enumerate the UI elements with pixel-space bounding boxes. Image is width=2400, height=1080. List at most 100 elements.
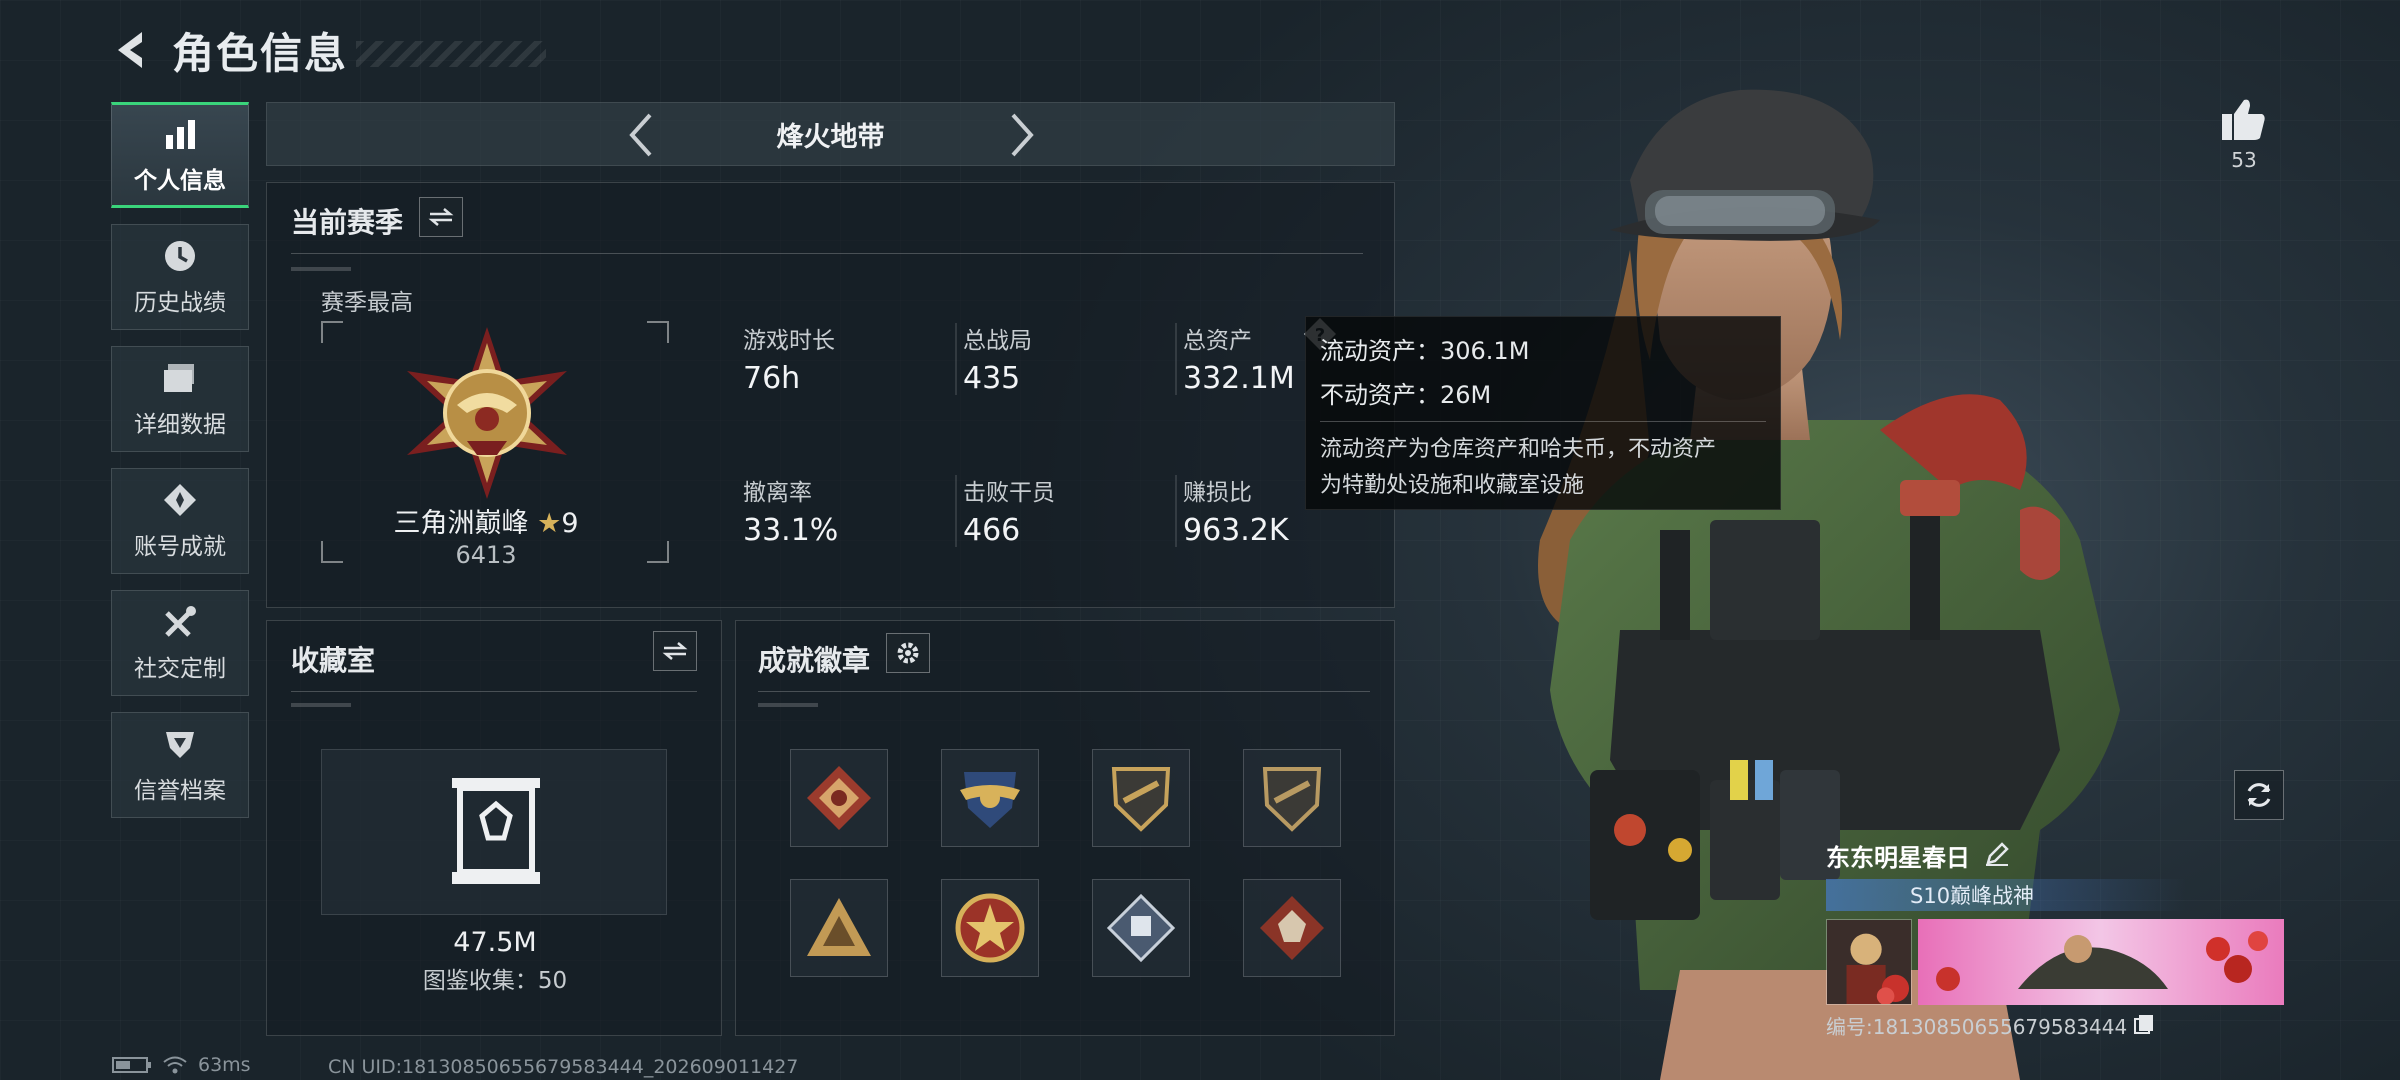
sidebar-item-achievements[interactable]: 账号成就: [111, 468, 249, 574]
stat-label: 撤离率: [743, 480, 812, 506]
rifle-shield-badge-icon: [1111, 767, 1171, 832]
chevron-left-icon: [629, 113, 652, 157]
season-swap-button[interactable]: [419, 197, 463, 237]
collection-preview[interactable]: [321, 749, 667, 915]
diamond-badge-icon: [1106, 893, 1176, 963]
copy-id-button[interactable]: [2133, 1013, 2155, 1039]
stat-value: 435: [963, 361, 1021, 396]
ping-text: 63ms: [198, 1054, 251, 1076]
stat-label: 赚损比: [1183, 480, 1252, 506]
stat-value: 963.2K: [1183, 513, 1289, 548]
sidebar-item-label: 个人信息: [134, 168, 226, 194]
sidebar-item-label: 社交定制: [134, 656, 226, 682]
stat-divider: [955, 323, 957, 395]
folder-icon: [161, 359, 199, 397]
mode-title: 烽火地带: [776, 121, 885, 153]
rifle-shield-badge-icon-2: [1262, 767, 1322, 832]
title-tag-text: S10巅峰战神: [1910, 884, 2035, 908]
sidebar-item-social-custom[interactable]: 社交定制: [111, 590, 249, 696]
badge-slot[interactable]: [1243, 879, 1341, 977]
shield-icon: [161, 725, 199, 763]
status-bar: 63ms: [112, 1054, 251, 1076]
avatar[interactable]: [1826, 919, 1912, 1005]
copy-icon: [2134, 1014, 2154, 1034]
divider-decoration: [291, 703, 351, 707]
badge-slot[interactable]: [1243, 749, 1341, 847]
badges-panel: 成就徽章: [735, 620, 1395, 1036]
collection-swap-button[interactable]: [653, 631, 697, 671]
badges-settings-button[interactable]: [886, 633, 930, 673]
dragon-badge-icon: [807, 766, 871, 830]
sidebar-item-personal-info[interactable]: 个人信息: [111, 102, 249, 208]
history-icon: [161, 237, 199, 275]
sidebar-item-label: 信誉档案: [134, 778, 226, 804]
triangle-badge-icon: [807, 898, 871, 956]
tooltip-liquid-assets: 流动资产：306.1M: [1320, 337, 1530, 365]
sidebar-item-match-history[interactable]: 历史战绩: [111, 224, 249, 330]
uid-text: CN UID:18130850655679583444_202609011427: [328, 1056, 799, 1078]
badge-slot[interactable]: [941, 879, 1039, 977]
achievement-icon: [161, 481, 199, 519]
tooltip-description-2: 为特勤处设施和收藏室设施: [1320, 473, 1585, 498]
thumbs-up-icon: [2222, 99, 2265, 140]
collection-panel: 收藏室 47.5M 图鉴收集：50: [266, 620, 722, 1036]
wifi-icon: [163, 1056, 187, 1074]
season-panel: 当前赛季 赛季最高 三角洲巅峰 ★9 6413 游戏时长 76h 总战局 435…: [266, 182, 1395, 608]
display-case-icon: [452, 778, 540, 884]
asset-tooltip: 流动资产：306.1M 不动资产：26M 流动资产为仓库资产和哈夫币，不动资产 …: [1305, 316, 1781, 510]
refresh-button[interactable]: [2234, 770, 2284, 820]
sidebar-item-detailed-data[interactable]: 详细数据: [111, 346, 249, 452]
eagle-crest-badge-icon: [960, 772, 1020, 828]
like-button[interactable]: [2214, 96, 2274, 146]
title-tag: S10巅峰战神: [1826, 879, 2186, 911]
mode-prev-button[interactable]: [617, 111, 665, 159]
frame-corner: [321, 321, 343, 343]
rank-stars: 9: [561, 508, 579, 539]
stat-value: 332.1M: [1183, 361, 1295, 396]
stat-value: 466: [963, 513, 1021, 548]
stat-label: 总资产: [1183, 328, 1252, 354]
sidebar-item-label: 账号成就: [134, 534, 226, 560]
back-arrow-icon: [118, 32, 142, 68]
showcase-row: [1826, 919, 2286, 1005]
wolf-badge-icon: [1260, 896, 1324, 960]
collection-value: 47.5M: [453, 927, 537, 958]
season-title: 当前赛季: [291, 206, 404, 239]
sidebar-item-label: 历史战绩: [134, 290, 226, 316]
rank-star-icon: ★: [537, 508, 562, 539]
badge-slot[interactable]: [941, 749, 1039, 847]
stat-value: 33.1%: [743, 513, 839, 548]
badge-slot[interactable]: [1092, 879, 1190, 977]
badges-divider: [758, 691, 1370, 692]
tooltip-fixed-assets: 不动资产：26M: [1320, 381, 1492, 409]
tools-icon: [161, 603, 199, 641]
stat-label: 游戏时长: [743, 328, 835, 354]
badges-title: 成就徽章: [758, 644, 871, 677]
like-count: 53: [2231, 148, 2257, 172]
tooltip-divider: [1320, 421, 1766, 422]
player-name: 东东明星春日: [1826, 844, 1970, 872]
name-card-banner[interactable]: [1918, 919, 2284, 1005]
edit-name-button[interactable]: [1984, 841, 2010, 871]
stat-divider: [955, 475, 957, 547]
season-divider: [291, 253, 1363, 254]
back-button[interactable]: [110, 26, 154, 74]
collection-divider: [291, 691, 697, 692]
title-decoration: [356, 41, 547, 67]
swap-icon: [428, 208, 454, 226]
like-area: 53: [2214, 96, 2274, 172]
sidebar-item-credit-record[interactable]: 信誉档案: [111, 712, 249, 818]
badge-slot[interactable]: [790, 749, 888, 847]
stat-divider: [1175, 323, 1177, 395]
badge-slot[interactable]: [1092, 749, 1190, 847]
stat-divider: [1175, 475, 1177, 547]
badge-slot[interactable]: [790, 879, 888, 977]
collection-catalog: 图鉴收集：50: [422, 968, 568, 994]
tooltip-description-1: 流动资产为仓库资产和哈夫币，不动资产: [1320, 437, 1717, 462]
stat-label: 击败干员: [963, 480, 1055, 506]
swap-icon: [662, 642, 688, 660]
page-title: 角色信息: [172, 28, 349, 78]
mode-next-button[interactable]: [998, 111, 1046, 159]
star-medal-badge-icon: [955, 893, 1025, 963]
divider-decoration: [291, 267, 351, 271]
